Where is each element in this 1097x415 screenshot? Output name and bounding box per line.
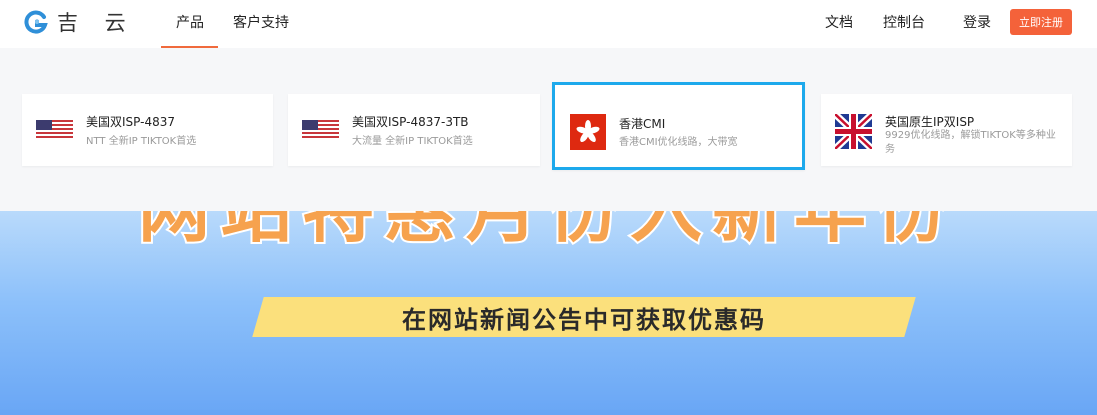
product-title: 美国双ISP-4837-3TB [352, 115, 469, 129]
product-dropdown-panel: 美国双ISP-4837 NTT 全新IP TIKTOK首选 美国双ISP-483… [0, 48, 1097, 211]
nav-docs[interactable]: 文档 [825, 12, 853, 32]
product-title: 美国双ISP-4837 [86, 115, 175, 129]
product-desc: 9929优化线路，解锁TIKTOK等多种业务 [885, 130, 1056, 155]
logo-icon [24, 10, 48, 34]
product-card-us-4837[interactable]: 美国双ISP-4837 NTT 全新IP TIKTOK首选 [22, 94, 273, 166]
product-desc: 大流量 全新IP TIKTOK首选 [352, 136, 473, 147]
logo-text: 吉 云 [57, 11, 136, 35]
banner-slogan: 网站特惠月份入新年份 [136, 211, 958, 246]
product-title: 英国原生IP双ISP [885, 115, 975, 129]
top-header: 吉 云 产品 客户支持 文档 控制台 登录 立即注册 [0, 0, 1097, 48]
nav-console[interactable]: 控制台 [883, 12, 925, 32]
promo-text: 在网站新闻公告中可获取优惠码 [402, 305, 766, 334]
uk-flag-icon [835, 114, 872, 149]
hk-flag-icon [570, 114, 606, 150]
register-button[interactable]: 立即注册 [1010, 9, 1072, 35]
product-card-hk-cmi[interactable]: 香港CMI 香港CMI优化线路，大带宽 [552, 82, 805, 170]
logo[interactable]: 吉 云 [24, 9, 136, 35]
nav-active-underline [161, 46, 218, 48]
product-desc: 香港CMI优化线路，大带宽 [619, 137, 738, 148]
product-card-us-4837-3tb[interactable]: 美国双ISP-4837-3TB 大流量 全新IP TIKTOK首选 [288, 94, 540, 166]
product-card-uk-isp[interactable]: 英国原生IP双ISP 9929优化线路，解锁TIKTOK等多种业务 [821, 94, 1072, 166]
product-desc: NTT 全新IP TIKTOK首选 [86, 136, 197, 147]
us-flag-icon [36, 120, 73, 140]
product-title: 香港CMI [619, 117, 666, 131]
us-flag-icon [302, 120, 339, 140]
promo-banner[interactable]: 网站特惠月份入新年份 在网站新闻公告中可获取优惠码 [0, 211, 1097, 415]
nav-support[interactable]: 客户支持 [233, 12, 289, 32]
svg-text:网站特惠月份入新年份: 网站特惠月份入新年份 [138, 211, 958, 246]
login-link[interactable]: 登录 [963, 12, 991, 32]
nav-products[interactable]: 产品 [176, 12, 204, 32]
